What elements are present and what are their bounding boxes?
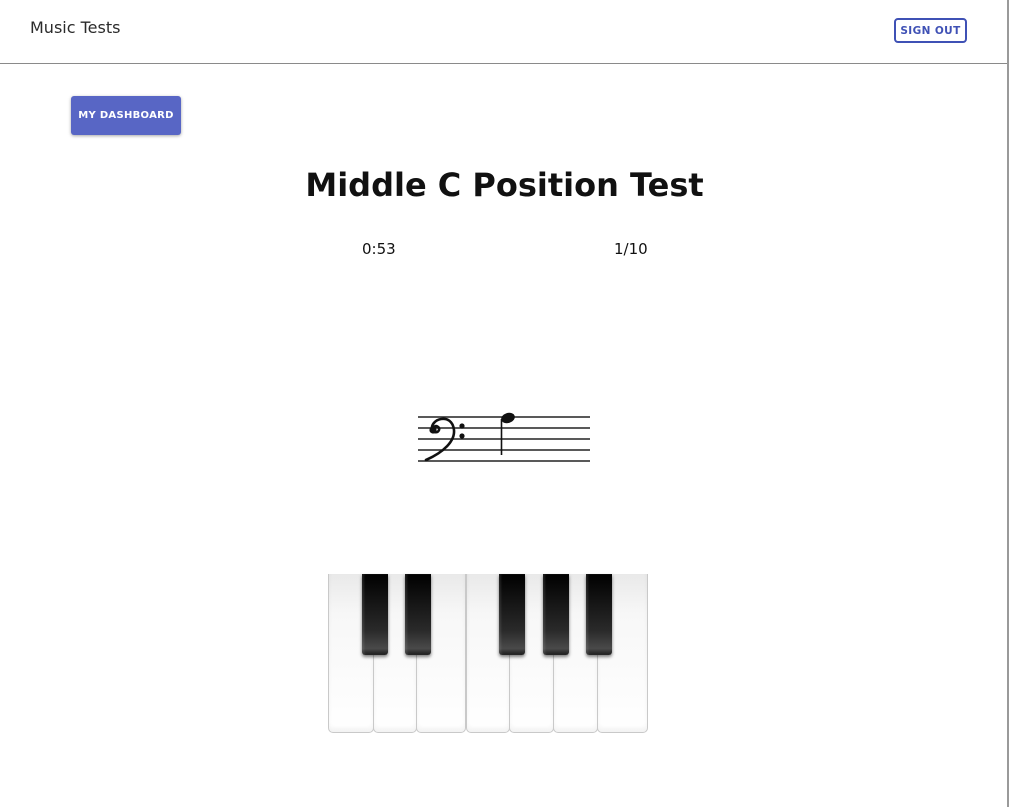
staff-lines [418, 416, 590, 462]
piano-black-key[interactable] [499, 574, 525, 655]
app-title: Music Tests [30, 18, 121, 37]
piano-black-key[interactable] [586, 574, 612, 655]
piano-keyboard [328, 574, 648, 734]
piano-black-key[interactable] [362, 574, 388, 655]
piano-black-key[interactable] [405, 574, 431, 655]
sign-out-button[interactable]: SIGN OUT [894, 18, 967, 43]
my-dashboard-button[interactable]: MY DASHBOARD [71, 96, 181, 135]
top-app-bar: Music Tests SIGN OUT [0, 0, 1007, 64]
question-progress: 1/10 [614, 240, 648, 258]
music-staff [418, 412, 590, 462]
quarter-note [500, 412, 515, 455]
timer: 0:53 [362, 240, 396, 258]
page-title: Middle C Position Test [305, 166, 704, 204]
piano-black-key[interactable] [543, 574, 569, 655]
